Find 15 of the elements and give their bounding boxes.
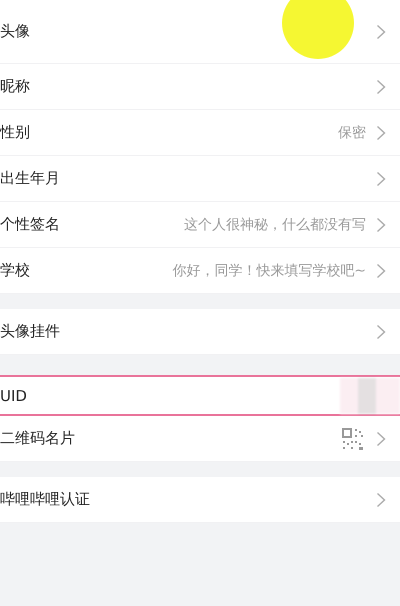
row-label: 昵称: [0, 77, 30, 96]
row-label: 个性签名: [0, 215, 60, 234]
row-value: 你好，同学！快来填写学校吧~: [172, 262, 366, 280]
avatar: [282, 0, 354, 59]
row-value: 保密: [338, 124, 366, 142]
row-label: UID: [0, 386, 27, 404]
blurred-value: [340, 378, 400, 414]
row-label: 出生年月: [0, 169, 60, 188]
row-value: 这个人很神秘，什么都没有写: [184, 216, 366, 234]
row-label: 哔哩哔哩认证: [0, 490, 90, 509]
row-label: 头像: [0, 22, 30, 41]
row-label: 学校: [0, 261, 30, 280]
row-label: 二维码名片: [0, 429, 75, 448]
row-label: 头像挂件: [0, 322, 60, 341]
qr-code-icon: [342, 428, 364, 450]
